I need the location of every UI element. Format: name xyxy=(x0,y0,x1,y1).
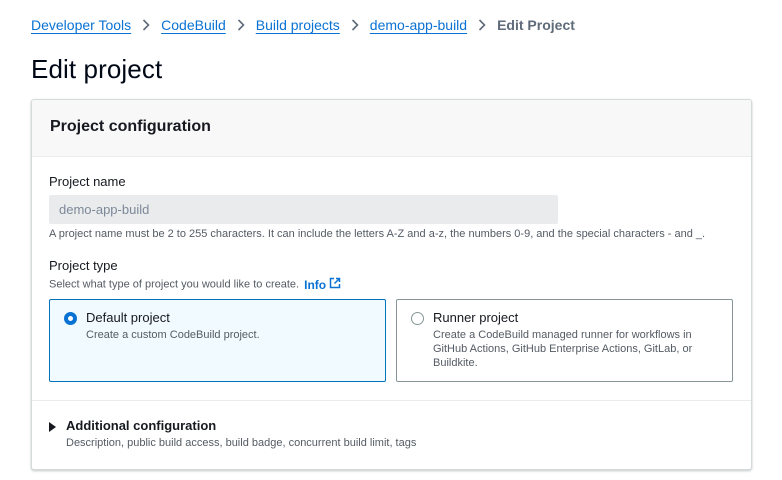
info-link[interactable]: Info xyxy=(304,277,341,292)
default-project-title: Default project xyxy=(86,310,170,325)
page-title: Edit project xyxy=(31,54,163,84)
breadcrumb-current: Edit Project xyxy=(497,17,575,33)
default-project-option[interactable]: Default project Create a custom CodeBuil… xyxy=(49,299,386,382)
project-type-description: Select what type of project you would li… xyxy=(49,277,341,292)
project-name-input[interactable] xyxy=(49,195,558,224)
additional-configuration-title[interactable]: Additional configuration xyxy=(66,418,216,433)
radio-unselected-icon[interactable] xyxy=(411,312,424,325)
runner-project-description: Create a CodeBuild managed runner for wo… xyxy=(433,329,693,369)
radio-selected-icon[interactable] xyxy=(64,312,77,325)
breadcrumb-developer-tools[interactable]: Developer Tools xyxy=(31,17,131,33)
caret-right-icon[interactable] xyxy=(49,422,56,432)
chevron-right-icon xyxy=(226,19,256,31)
runner-project-title: Runner project xyxy=(433,310,519,325)
breadcrumb-codebuild[interactable]: CodeBuild xyxy=(161,17,226,33)
external-link-icon xyxy=(329,277,341,292)
info-link-label: Info xyxy=(304,277,327,292)
panel-header: Project configuration xyxy=(32,100,751,157)
breadcrumb-demo-app-build[interactable]: demo-app-build xyxy=(370,17,467,33)
panel-title: Project configuration xyxy=(50,118,211,135)
project-configuration-panel: Project configuration Project name A pro… xyxy=(31,99,752,470)
additional-configuration-description: Description, public build access, build … xyxy=(66,437,417,449)
project-type-description-text: Select what type of project you would li… xyxy=(49,278,300,291)
breadcrumb: Developer Tools CodeBuild Build projects… xyxy=(31,16,575,34)
divider xyxy=(32,400,751,401)
project-name-hint: A project name must be 2 to 255 characte… xyxy=(49,228,706,240)
breadcrumb-build-projects[interactable]: Build projects xyxy=(256,17,340,33)
default-project-description: Create a custom CodeBuild project. xyxy=(86,329,260,341)
chevron-right-icon xyxy=(131,19,161,31)
project-name-label: Project name xyxy=(49,174,126,189)
chevron-right-icon xyxy=(467,19,497,31)
runner-project-option[interactable]: Runner project Create a CodeBuild manage… xyxy=(396,299,733,382)
project-type-label: Project type xyxy=(49,258,118,273)
chevron-right-icon xyxy=(340,19,370,31)
